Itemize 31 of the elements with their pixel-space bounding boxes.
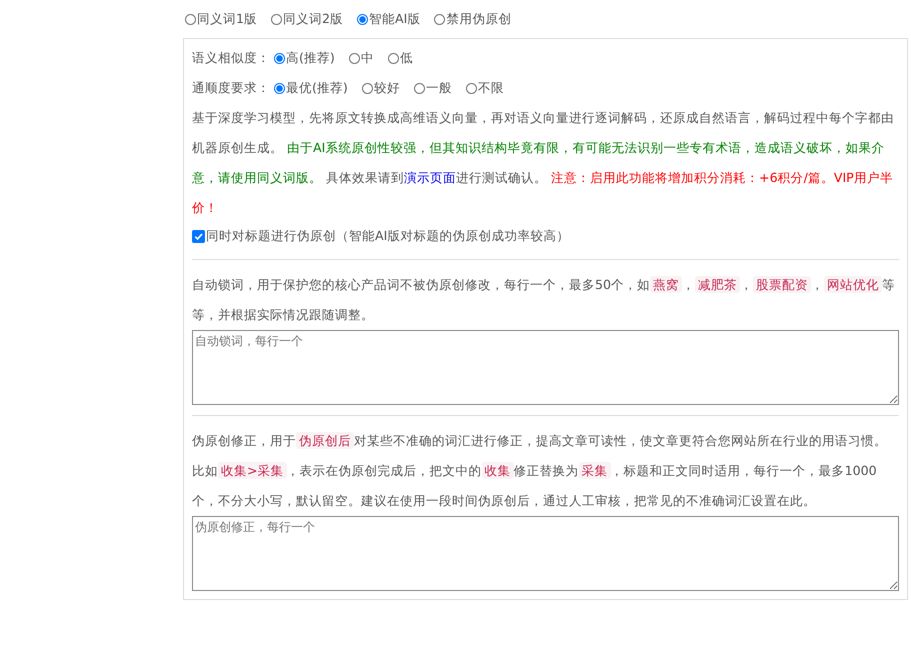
checkbox[interactable] xyxy=(192,230,205,242)
checkbox-label: 同时对标题进行伪原创（智能AI版对标题的伪原创成功率较高） xyxy=(206,228,570,244)
option-label: 中 xyxy=(360,50,374,66)
radio-button[interactable] xyxy=(434,14,446,24)
option-label: 不限 xyxy=(478,80,504,96)
correction-field[interactable]: 伪原创修正，每行一个 xyxy=(192,516,899,591)
option-label: 最优(推荐) xyxy=(286,80,348,96)
radio-button[interactable] xyxy=(466,82,477,94)
radio-button[interactable] xyxy=(388,52,399,64)
option-label: 禁用伪原创 xyxy=(446,10,512,28)
radio-button[interactable] xyxy=(274,82,285,94)
lock-words-text: 自动锁词，用于保护您的核心产品词不被伪原创修改，每行一个，最多50个，如 燕窝 ， 减肥茶 ， 股票配资 ， 网站优化 等等，并根据实际情况跟随调整。 xyxy=(192,275,896,324)
option-label: 高(推荐) xyxy=(286,50,335,66)
description-text: 基于深度学习模型，先将原文转换成高维语义向量，再对语义向量进行逐词解码，还原成自然语言，解码过程中每个字都由机器原创生成。 由于AI系统原创性较强，但其知识结构毕竟有限，有可能无法识别一些专有术语，造成语义破坏，如果介意，请使用同义词版。 具体效果请到演示页面进行测试确认。 注意：启用此功能将增加积分消耗：+6积分/篇。VIP用户半价！ xyxy=(192,109,895,217)
radio-button[interactable] xyxy=(185,14,196,24)
setting-label: 语义相似度： xyxy=(192,50,270,66)
radio-button[interactable] xyxy=(357,14,368,24)
radio-button[interactable] xyxy=(274,52,285,64)
radio-button[interactable] xyxy=(362,82,373,94)
option-label: 低 xyxy=(400,50,413,66)
lock-words-field[interactable]: 自动锁词，每行一个 xyxy=(192,330,899,405)
correction-text: 伪原创修正，用于 伪原创后 对某些不准确的词汇进行修正，提高文章可读性，使文章更符合您网站所在行业的用语习惯。比如 收集>采集 ，表示在伪原创完成后，把文中的 收集 修正替换为 采集 ，标题和正文同时适用，每行一个，最多1000个，不分大小写，默认留空。建议在使用一段时间伪原创后，通过人工审核，把常见的不准确词汇设置在此。 xyxy=(192,431,888,510)
option-label: 一般 xyxy=(426,80,452,96)
option-label: 同义词1版 xyxy=(197,10,258,28)
option-label: 同义词2版 xyxy=(283,10,344,28)
radio-button[interactable] xyxy=(271,14,282,24)
option-label: 智能AI版 xyxy=(369,10,420,28)
radio-button[interactable] xyxy=(414,82,425,94)
option-label: 较好 xyxy=(374,80,400,96)
setting-label: 通顺度要求： xyxy=(192,80,270,96)
radio-button[interactable] xyxy=(348,52,360,64)
